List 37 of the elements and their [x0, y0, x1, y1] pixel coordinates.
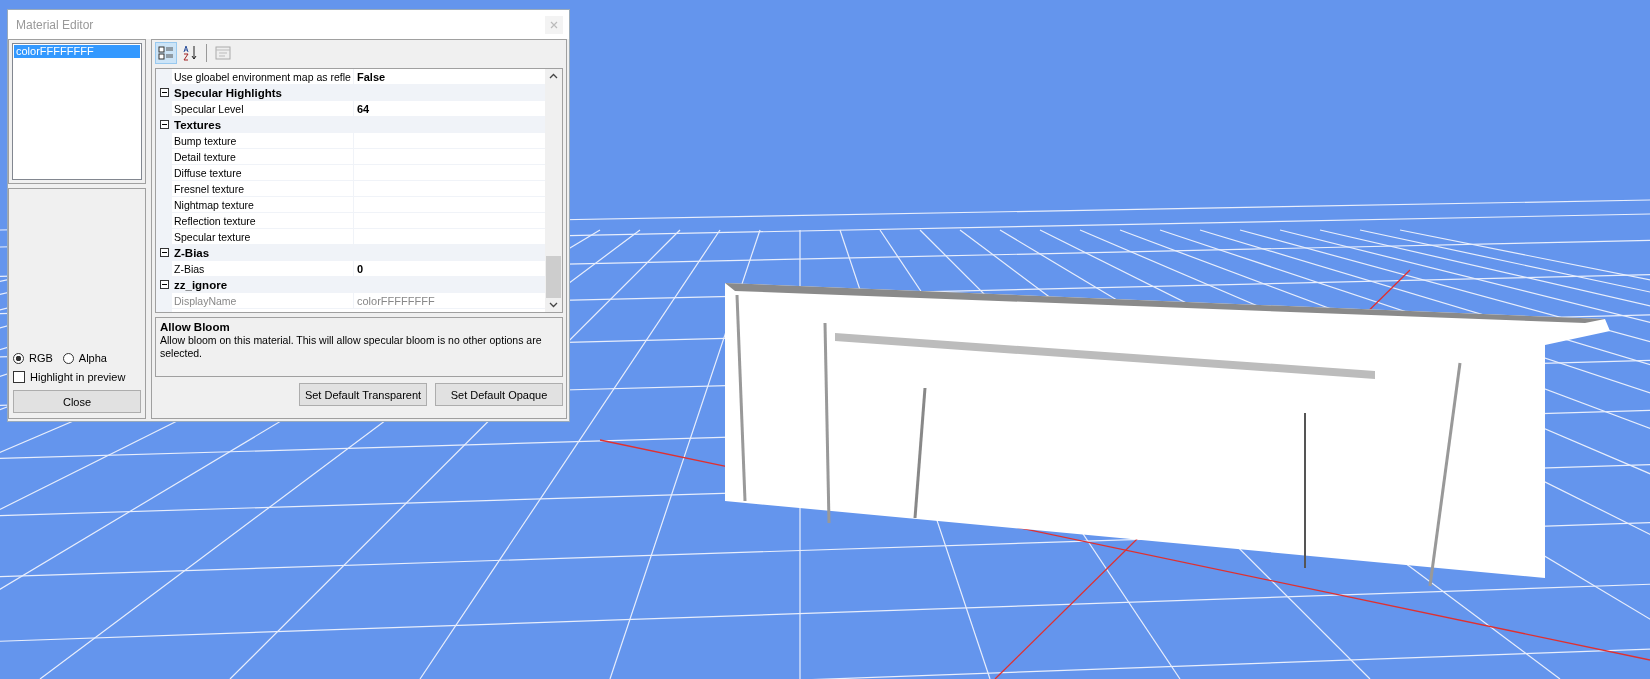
window-title: Material Editor — [16, 17, 94, 32]
category-header[interactable]: Z-Bias — [172, 246, 210, 259]
highlight-checkbox[interactable]: Highlight in preview — [13, 371, 141, 383]
property-name[interactable]: Use gloabel environment map as refle — [172, 69, 354, 84]
category-header[interactable]: zz_ignore — [172, 278, 228, 291]
property-name[interactable]: Specular Level — [172, 101, 354, 116]
property-name[interactable]: Specular texture — [172, 229, 354, 244]
scroll-down-icon[interactable] — [549, 302, 558, 308]
property-value[interactable]: 64 — [357, 102, 370, 115]
checkbox-label: Highlight in preview — [30, 371, 126, 383]
property-name[interactable]: Reflection texture — [172, 213, 354, 228]
property-value[interactable]: 0 — [357, 262, 364, 275]
scroll-thumb[interactable] — [546, 256, 561, 298]
collapse-icon[interactable] — [159, 280, 169, 289]
collapse-icon[interactable] — [159, 88, 169, 97]
property-name[interactable]: Bump texture — [172, 133, 354, 148]
description-text: Allow bloom on this material. This will allow specular bloom is no other options are selected. — [160, 334, 543, 360]
collapse-icon[interactable] — [159, 248, 169, 257]
default-button[interactable]: Set Default Transparent — [299, 383, 427, 406]
property-value[interactable]: False — [357, 70, 386, 83]
description-title: Allow Bloom — [160, 321, 231, 333]
categorized-icon[interactable] — [155, 42, 177, 64]
scroll-up-icon[interactable] — [549, 73, 558, 79]
close-button[interactable]: Close — [13, 390, 141, 413]
collapse-icon[interactable] — [159, 120, 169, 129]
radio-label: RGB — [29, 352, 53, 364]
channel-radio[interactable]: Alpha — [62, 352, 107, 364]
property-name[interactable]: Diffuse texture — [172, 165, 354, 180]
vertical-scrollbar[interactable] — [545, 69, 562, 312]
default-button[interactable]: Set Default Opaque — [435, 383, 563, 406]
property-name[interactable]: Z-Bias — [172, 261, 354, 276]
channel-radio[interactable]: RGB — [13, 352, 53, 364]
property-name[interactable]: Fresnel texture — [172, 181, 354, 196]
radio-label: Alpha — [78, 352, 107, 364]
category-header[interactable]: Textures — [172, 118, 222, 131]
property-name[interactable]: Nightmap texture — [172, 197, 354, 212]
property-name[interactable]: Detail texture — [172, 149, 354, 164]
